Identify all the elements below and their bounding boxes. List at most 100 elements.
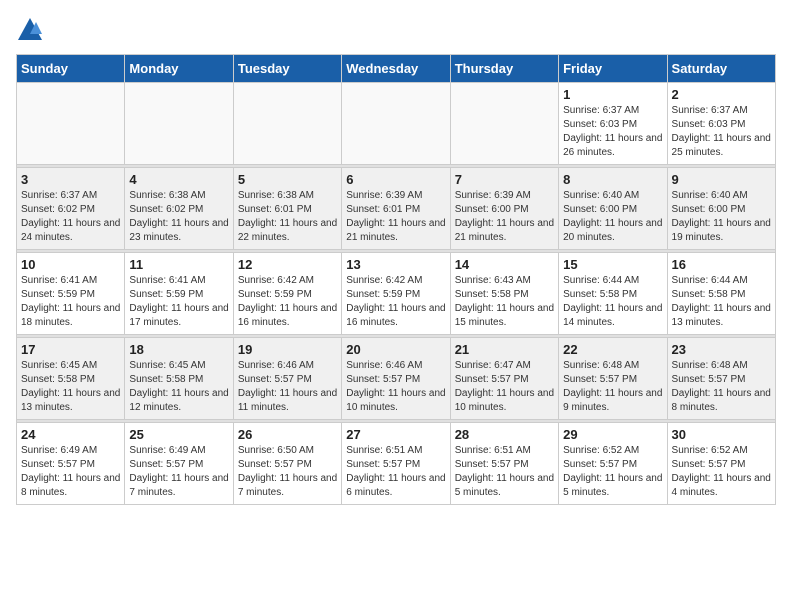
day-number: 12 bbox=[238, 257, 337, 272]
day-info: Sunrise: 6:37 AMSunset: 6:02 PMDaylight:… bbox=[21, 189, 120, 245]
day-number: 28 bbox=[455, 427, 554, 442]
calendar-day-cell: 14Sunrise: 6:43 AMSunset: 5:58 PMDayligh… bbox=[450, 253, 558, 335]
day-number: 29 bbox=[563, 427, 662, 442]
weekday-header: Saturday bbox=[667, 55, 775, 83]
calendar-day-cell: 4 Sunrise: 6:38 AMSunset: 6:02 PMDaylight… bbox=[125, 168, 233, 250]
weekday-header: Sunday bbox=[17, 55, 125, 83]
day-number: 3 bbox=[21, 172, 120, 187]
day-number: 13 bbox=[346, 257, 445, 272]
day-number: 24 bbox=[21, 427, 120, 442]
calendar-week-row: 1 Sunrise: 6:37 AMSunset: 6:03 PMDaylight… bbox=[17, 83, 776, 165]
day-number: 18 bbox=[129, 342, 228, 357]
calendar-day-cell: 10Sunrise: 6:41 AMSunset: 5:59 PMDayligh… bbox=[17, 253, 125, 335]
weekday-header: Thursday bbox=[450, 55, 558, 83]
weekday-header: Friday bbox=[559, 55, 667, 83]
calendar-day-cell: 3 Sunrise: 6:37 AMSunset: 6:02 PMDaylight… bbox=[17, 168, 125, 250]
day-info: Sunrise: 6:45 AMSunset: 5:58 PMDaylight:… bbox=[129, 359, 228, 415]
day-info: Sunrise: 6:46 AMSunset: 5:57 PMDaylight:… bbox=[346, 359, 445, 415]
day-number: 19 bbox=[238, 342, 337, 357]
logo-icon bbox=[16, 16, 44, 44]
day-info: Sunrise: 6:39 AMSunset: 6:01 PMDaylight:… bbox=[346, 189, 445, 245]
day-info: Sunrise: 6:38 AMSunset: 6:02 PMDaylight:… bbox=[129, 189, 228, 245]
day-number: 5 bbox=[238, 172, 337, 187]
day-info: Sunrise: 6:50 AMSunset: 5:57 PMDaylight:… bbox=[238, 444, 337, 500]
calendar-day-cell: 20Sunrise: 6:46 AMSunset: 5:57 PMDayligh… bbox=[342, 338, 450, 420]
calendar-week-row: 3 Sunrise: 6:37 AMSunset: 6:02 PMDaylight… bbox=[17, 168, 776, 250]
calendar-day-cell: 15 Sunrise: 6:44 AMSunset: 5:58 PMDayligh… bbox=[559, 253, 667, 335]
day-info: Sunrise: 6:48 AMSunset: 5:57 PMDaylight:… bbox=[672, 359, 771, 415]
day-info: Sunrise: 6:52 AMSunset: 5:57 PMDaylight:… bbox=[672, 444, 771, 500]
calendar-week-row: 24 Sunrise: 6:49 AMSunset: 5:57 PMDayligh… bbox=[17, 423, 776, 505]
day-info: Sunrise: 6:41 AMSunset: 5:59 PMDaylight:… bbox=[129, 274, 228, 330]
day-info: Sunrise: 6:45 AMSunset: 5:58 PMDaylight:… bbox=[21, 359, 120, 415]
calendar-day-cell: 2 Sunrise: 6:37 AMSunset: 6:03 PMDaylight… bbox=[667, 83, 775, 165]
day-info: Sunrise: 6:37 AMSunset: 6:03 PMDaylight:… bbox=[672, 104, 771, 160]
day-number: 23 bbox=[672, 342, 771, 357]
calendar-day-cell: 9 Sunrise: 6:40 AMSunset: 6:00 PMDaylight… bbox=[667, 168, 775, 250]
calendar-day-cell: 25 Sunrise: 6:49 AMSunset: 5:57 PMDayligh… bbox=[125, 423, 233, 505]
calendar-day-cell bbox=[450, 83, 558, 165]
day-number: 25 bbox=[129, 427, 228, 442]
day-info: Sunrise: 6:52 AMSunset: 5:57 PMDaylight:… bbox=[563, 444, 662, 500]
calendar-day-cell bbox=[17, 83, 125, 165]
day-number: 4 bbox=[129, 172, 228, 187]
calendar-day-cell: 11 Sunrise: 6:41 AMSunset: 5:59 PMDayligh… bbox=[125, 253, 233, 335]
calendar-day-cell: 13 Sunrise: 6:42 AMSunset: 5:59 PMDayligh… bbox=[342, 253, 450, 335]
calendar-week-row: 17 Sunrise: 6:45 AMSunset: 5:58 PMDayligh… bbox=[17, 338, 776, 420]
calendar-day-cell: 12 Sunrise: 6:42 AMSunset: 5:59 PMDayligh… bbox=[233, 253, 341, 335]
calendar: SundayMondayTuesdayWednesdayThursdayFrid… bbox=[16, 54, 776, 505]
day-info: Sunrise: 6:43 AMSunset: 5:58 PMDaylight:… bbox=[455, 274, 554, 330]
day-info: Sunrise: 6:51 AMSunset: 5:57 PMDaylight:… bbox=[455, 444, 554, 500]
day-info: Sunrise: 6:48 AMSunset: 5:57 PMDaylight:… bbox=[563, 359, 662, 415]
day-info: Sunrise: 6:46 AMSunset: 5:57 PMDaylight:… bbox=[238, 359, 337, 415]
day-number: 16 bbox=[672, 257, 771, 272]
day-number: 30 bbox=[672, 427, 771, 442]
calendar-day-cell: 18 Sunrise: 6:45 AMSunset: 5:58 PMDayligh… bbox=[125, 338, 233, 420]
day-info: Sunrise: 6:44 AMSunset: 5:58 PMDaylight:… bbox=[563, 274, 662, 330]
calendar-day-cell: 8Sunrise: 6:40 AMSunset: 6:00 PMDaylight… bbox=[559, 168, 667, 250]
day-number: 1 bbox=[563, 87, 662, 102]
day-number: 17 bbox=[21, 342, 120, 357]
day-info: Sunrise: 6:40 AMSunset: 6:00 PMDaylight:… bbox=[672, 189, 771, 245]
day-number: 7 bbox=[455, 172, 554, 187]
day-number: 11 bbox=[129, 257, 228, 272]
day-number: 26 bbox=[238, 427, 337, 442]
calendar-week-row: 10Sunrise: 6:41 AMSunset: 5:59 PMDayligh… bbox=[17, 253, 776, 335]
day-info: Sunrise: 6:41 AMSunset: 5:59 PMDaylight:… bbox=[21, 274, 120, 330]
day-number: 22 bbox=[563, 342, 662, 357]
day-number: 6 bbox=[346, 172, 445, 187]
calendar-header-row: SundayMondayTuesdayWednesdayThursdayFrid… bbox=[17, 55, 776, 83]
day-info: Sunrise: 6:47 AMSunset: 5:57 PMDaylight:… bbox=[455, 359, 554, 415]
day-info: Sunrise: 6:42 AMSunset: 5:59 PMDaylight:… bbox=[346, 274, 445, 330]
calendar-day-cell: 6 Sunrise: 6:39 AMSunset: 6:01 PMDaylight… bbox=[342, 168, 450, 250]
calendar-day-cell: 26 Sunrise: 6:50 AMSunset: 5:57 PMDayligh… bbox=[233, 423, 341, 505]
calendar-day-cell: 27 Sunrise: 6:51 AMSunset: 5:57 PMDayligh… bbox=[342, 423, 450, 505]
weekday-header: Tuesday bbox=[233, 55, 341, 83]
calendar-day-cell: 30 Sunrise: 6:52 AMSunset: 5:57 PMDayligh… bbox=[667, 423, 775, 505]
calendar-day-cell: 17 Sunrise: 6:45 AMSunset: 5:58 PMDayligh… bbox=[17, 338, 125, 420]
calendar-day-cell: 19 Sunrise: 6:46 AMSunset: 5:57 PMDayligh… bbox=[233, 338, 341, 420]
calendar-day-cell: 16Sunrise: 6:44 AMSunset: 5:58 PMDayligh… bbox=[667, 253, 775, 335]
day-info: Sunrise: 6:42 AMSunset: 5:59 PMDaylight:… bbox=[238, 274, 337, 330]
calendar-day-cell: 7 Sunrise: 6:39 AMSunset: 6:00 PMDaylight… bbox=[450, 168, 558, 250]
day-info: Sunrise: 6:37 AMSunset: 6:03 PMDaylight:… bbox=[563, 104, 662, 160]
calendar-day-cell: 5 Sunrise: 6:38 AMSunset: 6:01 PMDaylight… bbox=[233, 168, 341, 250]
day-number: 27 bbox=[346, 427, 445, 442]
day-info: Sunrise: 6:39 AMSunset: 6:00 PMDaylight:… bbox=[455, 189, 554, 245]
day-number: 21 bbox=[455, 342, 554, 357]
day-info: Sunrise: 6:49 AMSunset: 5:57 PMDaylight:… bbox=[21, 444, 120, 500]
weekday-header: Monday bbox=[125, 55, 233, 83]
calendar-day-cell: 24 Sunrise: 6:49 AMSunset: 5:57 PMDayligh… bbox=[17, 423, 125, 505]
page-header bbox=[16, 16, 776, 44]
calendar-day-cell bbox=[342, 83, 450, 165]
day-number: 15 bbox=[563, 257, 662, 272]
day-number: 2 bbox=[672, 87, 771, 102]
day-info: Sunrise: 6:51 AMSunset: 5:57 PMDaylight:… bbox=[346, 444, 445, 500]
calendar-day-cell: 21 Sunrise: 6:47 AMSunset: 5:57 PMDayligh… bbox=[450, 338, 558, 420]
weekday-header: Wednesday bbox=[342, 55, 450, 83]
day-info: Sunrise: 6:38 AMSunset: 6:01 PMDaylight:… bbox=[238, 189, 337, 245]
day-number: 9 bbox=[672, 172, 771, 187]
day-info: Sunrise: 6:49 AMSunset: 5:57 PMDaylight:… bbox=[129, 444, 228, 500]
day-info: Sunrise: 6:40 AMSunset: 6:00 PMDaylight:… bbox=[563, 189, 662, 245]
calendar-day-cell bbox=[125, 83, 233, 165]
